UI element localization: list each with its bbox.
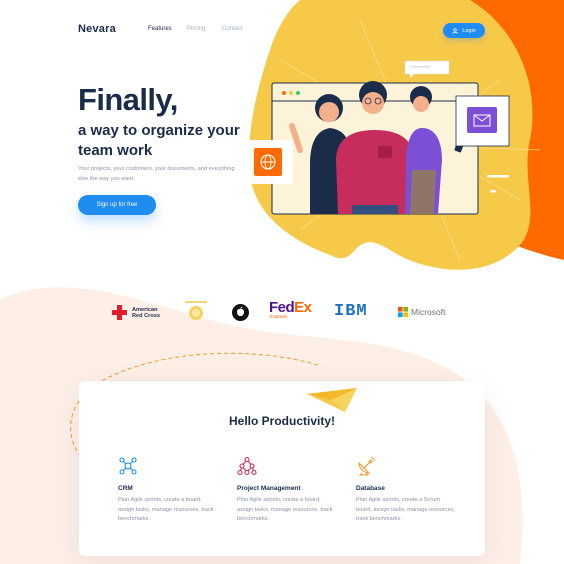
login-button[interactable]: Login [443,23,485,38]
brand-seal [182,300,210,322]
nav-link-features[interactable]: Features [148,26,172,32]
feature-pm-desc: Plan Agile sprints, create a board, assi… [237,497,333,523]
signup-button[interactable]: Sign up for free [78,195,156,215]
nav-link-contact[interactable]: Contact [222,26,243,32]
fedex-fed: Fed [269,299,295,316]
brand-logo[interactable]: Nevara [78,23,116,35]
brand-fedex: Fed Ex [269,299,312,316]
brand-microsoft: Microsoft [398,307,445,317]
feature-db-desc: Plan Agile sprints, create a Scrum board… [356,497,456,523]
team-illustration [243,60,510,215]
hero-description: Your projects, your customers, your docu… [78,166,235,182]
feature-crm-desc: Plan Agile sprints, create a board, assi… [118,497,214,523]
brand-ibm: IBM [334,302,368,321]
brand-red-cross: American Red Cross [111,304,166,321]
hero-headline: Finally, [78,82,178,117]
hero-subheadline: a way to organize your team work [78,122,240,159]
red-cross-icon [112,305,127,320]
feature-crm-title: CRM [118,485,133,492]
hierarchy-icon [237,456,257,476]
feature-pm-title: Project Management [237,485,301,492]
fedex-ex: Ex [294,299,312,316]
fedex-sub: Express [270,315,288,320]
login-label: Login [462,27,476,34]
apple-logo-icon [232,304,249,321]
feature-db-title: Database [356,485,385,492]
microsoft-logo-icon [398,307,408,317]
seal-logo-icon [185,301,207,320]
red-cross-label: American Red Cross [132,306,160,319]
brand-apple [232,304,249,321]
team-network-icon [119,457,137,475]
microsoft-label: Microsoft [411,307,446,317]
nav-link-pricing[interactable]: Pricing [187,26,205,32]
features-title: Hello Productivity! [228,414,335,428]
satellite-dish-icon [358,456,376,476]
features-card [79,381,485,556]
paper-plane-icon [307,388,357,412]
user-icon [452,27,459,34]
